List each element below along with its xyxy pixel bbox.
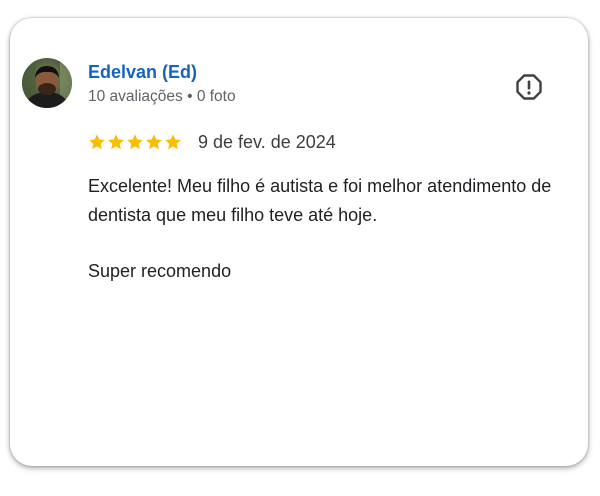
review-date: 9 de fev. de 2024 xyxy=(198,131,336,152)
review-text: Excelente! Meu filho é autista e foi mel… xyxy=(88,172,578,286)
author-meta: 10 avaliações • 0 foto xyxy=(88,88,236,105)
avatar[interactable] xyxy=(22,58,72,108)
star-icon xyxy=(108,134,124,150)
star-rating xyxy=(88,133,182,151)
star-icon xyxy=(127,134,143,150)
report-icon xyxy=(516,74,542,100)
report-button[interactable] xyxy=(515,73,543,101)
star-icon xyxy=(165,134,181,150)
star-icon xyxy=(89,134,105,150)
rating-row: 9 de fev. de 2024 xyxy=(88,130,336,154)
review-card: Edelvan (Ed) 10 avaliações • 0 foto 9 de… xyxy=(10,18,588,466)
review-paragraph: Super recomendo xyxy=(88,261,232,281)
star-icon xyxy=(146,134,162,150)
author-name[interactable]: Edelvan (Ed) xyxy=(88,62,197,83)
user-avatar-icon xyxy=(22,58,72,108)
review-paragraph: Excelente! Meu filho é autista e foi mel… xyxy=(88,176,552,225)
